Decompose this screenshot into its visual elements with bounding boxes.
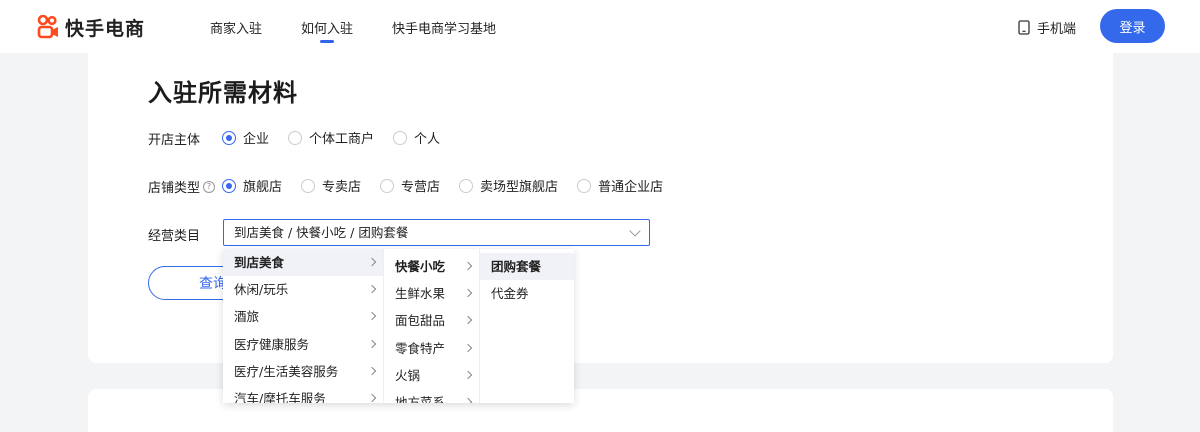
cascader-option[interactable]: 代金券 [480, 280, 574, 307]
radio-dot [577, 178, 592, 193]
category-select-value: 到店美食 / 快餐小吃 / 团购套餐 [234, 225, 409, 240]
radio-label: 普通企业店 [598, 180, 664, 195]
cascader-option[interactable]: 医疗/生活美容服务 [223, 358, 383, 385]
cascader-option-label: 代金券 [491, 285, 529, 301]
radio-personal[interactable]: 个人 [393, 128, 440, 147]
cascader-option[interactable]: 零食特产 [384, 335, 479, 362]
category-select[interactable]: 到店美食 / 快餐小吃 / 团购套餐 [223, 219, 650, 246]
nav-learning-base[interactable]: 快手电商学习基地 [392, 18, 496, 37]
chevron-right-icon [463, 261, 473, 270]
nav-how-to-join[interactable]: 如何入驻 [301, 18, 353, 43]
cascader-option[interactable]: 快餐小吃 [384, 253, 479, 281]
cascader-option[interactable]: 团购套餐 [480, 253, 574, 281]
cascader-option-label: 快餐小吃 [395, 258, 446, 274]
cascader-option[interactable]: 地方菜系 [384, 389, 479, 403]
chevron-right-icon [463, 370, 473, 380]
radio-dot [222, 178, 236, 193]
chevron-right-icon [367, 393, 377, 403]
store-type-label: 店铺类型 ? [148, 177, 216, 196]
subject-radio-group: 企业 个体工商户 个人 [222, 128, 459, 147]
radio-regular-enterprise[interactable]: 普通企业店 [577, 176, 663, 195]
cascader-option-label: 火锅 [395, 367, 421, 383]
radio-flagship[interactable]: 旗舰店 [222, 176, 282, 195]
chevron-right-icon [463, 343, 473, 352]
section-title: 入驻所需材料 [148, 79, 298, 107]
radio-label: 卖场型旗舰店 [480, 180, 559, 195]
chevron-right-icon [463, 397, 473, 403]
radio-label: 专营店 [401, 180, 441, 195]
chevron-right-icon [367, 339, 377, 348]
cascader-option[interactable]: 酒旅 [223, 304, 383, 331]
cascader-option[interactable]: 到店美食 [223, 249, 383, 277]
top-header: 快手电商 商家入驻 如何入驻 快手电商学习基地 手机端 登录 [0, 0, 1200, 53]
cascader-column-level1: 到店美食 休闲/玩乐 酒旅 医疗健康服务 医疗/生活美容服务 汽车/摩托车服务 [223, 249, 384, 403]
chevron-right-icon [463, 315, 473, 325]
cascader-option-label: 生鲜水果 [395, 285, 446, 301]
cascader-option-label: 零食特产 [395, 340, 446, 356]
cascader-option-label: 地方菜系 [395, 395, 446, 403]
nav-merchant-entry[interactable]: 商家入驻 [210, 18, 262, 37]
chevron-down-icon [629, 225, 641, 237]
cascader-option-label: 医疗健康服务 [234, 336, 310, 352]
cascader-option-label: 酒旅 [234, 309, 260, 325]
chevron-right-icon [463, 288, 473, 298]
subject-label: 开店主体 [148, 133, 201, 148]
login-button[interactable]: 登录 [1100, 9, 1165, 43]
radio-specialty[interactable]: 专营店 [380, 176, 440, 195]
radio-dot [459, 178, 474, 193]
cascader-option[interactable]: 医疗健康服务 [223, 331, 383, 358]
store-type-label-text: 店铺类型 [148, 181, 201, 196]
radio-dot [288, 130, 303, 145]
radio-dot [301, 178, 316, 193]
radio-enterprise[interactable]: 企业 [222, 128, 269, 147]
chevron-right-icon [367, 366, 377, 376]
radio-label: 企业 [243, 132, 270, 147]
cascader-option[interactable]: 火锅 [384, 362, 479, 389]
cascader-option[interactable]: 休闲/玩乐 [223, 276, 383, 303]
help-icon[interactable]: ? [203, 180, 216, 193]
kuaishou-logo-icon [37, 14, 59, 39]
cascader-option[interactable]: 生鲜水果 [384, 280, 479, 307]
logo[interactable]: 快手电商 [37, 14, 145, 40]
cascader-column-level2: 快餐小吃 生鲜水果 面包甜品 零食特产 火锅 地方菜系 [384, 249, 480, 403]
radio-label: 专卖店 [322, 180, 362, 195]
radio-label: 个人 [414, 132, 441, 147]
radio-label: 个体工商户 [309, 132, 375, 147]
mobile-label: 手机端 [1037, 22, 1077, 37]
cascader-option-label: 汽车/摩托车服务 [234, 391, 326, 403]
cascader-option-label: 团购套餐 [491, 258, 542, 274]
cascader-column-level3: 团购套餐 代金券 [480, 249, 574, 403]
cascader-option[interactable]: 面包甜品 [384, 308, 479, 335]
mobile-link[interactable]: 手机端 [1018, 18, 1076, 37]
radio-dot [393, 130, 408, 145]
radio-individual-business[interactable]: 个体工商户 [288, 128, 374, 147]
category-cascader: 到店美食 休闲/玩乐 酒旅 医疗健康服务 医疗/生活美容服务 汽车/摩托车服务 … [223, 249, 574, 403]
radio-dot [380, 178, 395, 193]
radio-dot [222, 130, 236, 145]
cascader-option-label: 休闲/玩乐 [234, 281, 289, 297]
chevron-right-icon [367, 311, 377, 321]
radio-exclusive[interactable]: 专卖店 [301, 176, 361, 195]
cascader-option-label: 面包甜品 [395, 313, 446, 329]
chevron-right-icon [367, 257, 377, 266]
cascader-option[interactable]: 汽车/摩托车服务 [223, 385, 383, 403]
radio-mall-flagship[interactable]: 卖场型旗舰店 [459, 176, 558, 195]
category-label: 经营类目 [148, 229, 201, 244]
tablet-icon [1018, 20, 1030, 35]
cascader-option-label: 医疗/生活美容服务 [234, 363, 339, 379]
store-type-radio-group: 旗舰店 专卖店 专营店 卖场型旗舰店 普通企业店 [222, 176, 682, 195]
cascader-option-label: 到店美食 [234, 254, 285, 270]
logo-text: 快手电商 [65, 17, 146, 40]
radio-label: 旗舰店 [243, 180, 283, 195]
chevron-right-icon [367, 284, 377, 294]
